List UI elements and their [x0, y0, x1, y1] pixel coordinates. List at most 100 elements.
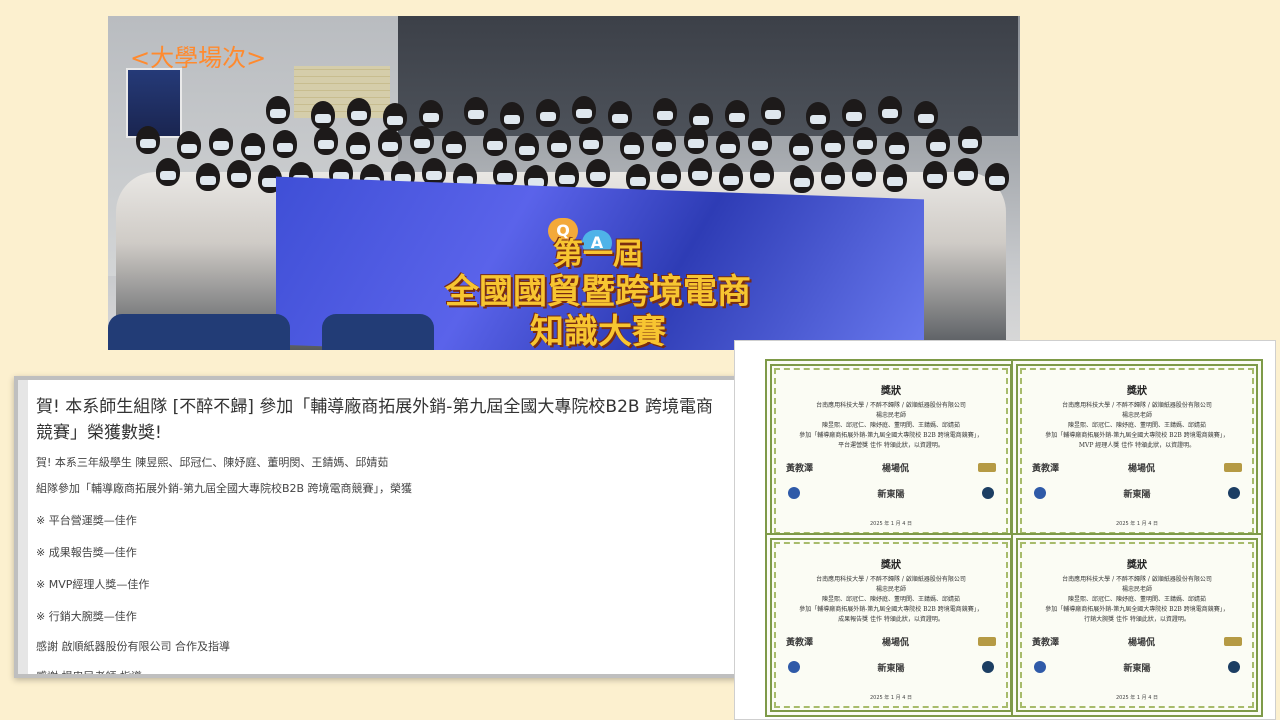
- person-head: [926, 129, 950, 157]
- certificate-logos: 新東陽: [788, 486, 994, 500]
- certificate-teacher: 楊忠民老師: [1121, 586, 1152, 593]
- news-headline: 賀! 本系師生組隊 [不醉不歸] 參加「輔導廠商拓展外銷-第九屆全國大專院校B2…: [36, 397, 713, 443]
- certificate-org: 台南應用科技大學 / 不醉不歸隊 / 啟順紙器股份有限公司: [816, 576, 966, 583]
- certificate-members: 陳昱熙、邱冠仁、陳妤庭、董明閔、王錆媽、邱婧茹: [821, 422, 960, 429]
- person-head: [883, 164, 907, 192]
- person-head: [536, 99, 560, 127]
- association-logo-icon: [981, 487, 994, 499]
- person-head: [156, 158, 180, 186]
- certificate-teacher: 楊忠民老師: [875, 586, 906, 593]
- certificate-signature: 楊場侃: [882, 637, 910, 648]
- person-head: [136, 126, 160, 154]
- certificate-logos: 新東陽: [1034, 660, 1240, 674]
- certificate-title: 獎狀: [881, 560, 901, 571]
- certificate-signatures: 黃教澤 楊場侃: [786, 458, 996, 476]
- certificate-org: 台南應用科技大學 / 不醉不歸隊 / 啟順紙器股份有限公司: [816, 402, 966, 409]
- university-logo-icon: [1034, 661, 1046, 673]
- person-head: [346, 132, 370, 160]
- person-head: [853, 127, 877, 155]
- person-head: [652, 129, 676, 157]
- person-head: [626, 164, 650, 192]
- person-head: [923, 161, 947, 189]
- news-thanks-company: 感謝 啟順紙器股份有限公司 合作及指導: [36, 640, 230, 653]
- association-logo-icon: [1227, 661, 1240, 673]
- person-head: [483, 128, 507, 156]
- certificate-members: 陳昱熙、邱冠仁、陳妤庭、董明閔、王錆媽、邱婧茹: [1067, 596, 1206, 603]
- person-head: [311, 101, 335, 129]
- association-logo-icon: [1227, 487, 1240, 499]
- news-scrollbar[interactable]: [18, 380, 28, 674]
- person-head: [383, 103, 407, 131]
- person-head: [958, 126, 982, 154]
- certificate-award: MVP 經理人獎 佳作 特頒此狀，以資證明。: [1078, 442, 1196, 449]
- certificate-signature: 楊場侃: [882, 463, 910, 474]
- person-head: [266, 96, 290, 124]
- person-head: [419, 100, 443, 128]
- sponsor-logo-icon: [978, 636, 996, 646]
- person-head: [500, 102, 524, 130]
- association-logo-icon: [981, 661, 994, 673]
- person-head: [227, 160, 251, 188]
- person-head: [878, 96, 902, 124]
- certificate-date: 2025 年 1 月 4 日: [1115, 695, 1159, 701]
- person-head: [725, 100, 749, 128]
- person-head: [608, 101, 632, 129]
- person-head: [914, 101, 938, 129]
- certificate-members: 陳昱熙、邱冠仁、陳妤庭、董明閔、王錆媽、邱婧茹: [1067, 422, 1206, 429]
- person-head: [852, 159, 876, 187]
- person-head: [579, 127, 603, 155]
- certificate-members: 陳昱熙、邱冠仁、陳妤庭、董明閔、王錆媽、邱婧茹: [821, 596, 960, 603]
- certificate-signature: 黃教澤: [786, 463, 814, 474]
- photo-caption: <大學場次>: [130, 44, 267, 72]
- certificate-award: 行銷大腕獎 佳作 特頒此狀，以資證明。: [1084, 616, 1190, 623]
- person-head: [547, 130, 571, 158]
- news-intro-line2: 組隊參加「輔導廠商拓展外銷-第九屆全國大專院校B2B 跨境電商競賽」，榮獲: [36, 482, 413, 495]
- certificate-logos: 新東陽: [1034, 486, 1240, 500]
- certificate: 獎狀 台南應用科技大學 / 不醉不歸隊 / 啟順紙器股份有限公司 楊忠民老師 陳…: [1011, 359, 1263, 543]
- group-photo: Q A 第一屆 全國國貿暨跨境電商 知識大賽 <大學場次>: [108, 16, 1020, 350]
- person-head: [688, 158, 712, 186]
- person-head: [821, 130, 845, 158]
- certificate-event: 參加「輔導廠商拓展外銷-第九屆全國大專院校 B2B 跨境電商競賽」，: [1045, 606, 1229, 613]
- certificate-award: 成果報告獎 佳作 特頒此狀，以資證明。: [838, 616, 944, 623]
- person-head: [572, 96, 596, 124]
- university-logo-icon: [1034, 487, 1046, 499]
- certificate-title: 獎狀: [1127, 560, 1147, 571]
- certificate-title: 獎狀: [1127, 386, 1147, 397]
- person-head: [750, 160, 774, 188]
- certificate-date: 2025 年 1 月 4 日: [869, 521, 913, 527]
- auditorium-seat: [178, 314, 290, 350]
- person-head: [378, 129, 402, 157]
- certificate-logos: 新東陽: [788, 660, 994, 674]
- certificate-title: 獎狀: [881, 386, 901, 397]
- news-intro-line1: 賀! 本系三年級學生 陳昱熙、邱冠仁、陳妤庭、董明閔、王錆媽、邱婧茹: [36, 456, 389, 469]
- person-head: [748, 128, 772, 156]
- person-head: [954, 158, 978, 186]
- person-head: [789, 133, 813, 161]
- person-head: [620, 132, 644, 160]
- banner-title: 第一屆 全國國貿暨跨境電商 知識大賽: [408, 238, 788, 351]
- certificate-org: 台南應用科技大學 / 不醉不歸隊 / 啟順紙器股份有限公司: [1062, 576, 1212, 583]
- banner-title-line2: 全國國貿暨跨境電商: [445, 272, 751, 312]
- person-head: [196, 163, 220, 191]
- auditorium-seat: [322, 314, 434, 350]
- certificate-teacher: 楊忠民老師: [875, 412, 906, 419]
- person-head: [821, 162, 845, 190]
- person-head: [885, 132, 909, 160]
- news-thanks-teacher: 感謝 楊忠民老師 指導: [36, 670, 142, 678]
- certificate-signatures: 黃教澤 楊場侃: [1032, 458, 1242, 476]
- certificate-brand: 新東陽: [877, 489, 905, 500]
- person-head: [842, 99, 866, 127]
- certificate-event: 參加「輔導廠商拓展外銷-第九屆全國大專院校 B2B 跨境電商競賽」，: [799, 606, 983, 613]
- person-head: [657, 161, 681, 189]
- person-head: [985, 163, 1009, 191]
- person-head: [273, 130, 297, 158]
- person-head: [653, 98, 677, 126]
- certificate-date: 2025 年 1 月 4 日: [1115, 521, 1159, 527]
- person-head: [347, 98, 371, 126]
- news-panel: 賀! 本系師生組隊 [不醉不歸] 參加「輔導廠商拓展外銷-第九屆全國大專院校B2…: [14, 376, 740, 678]
- certificate-signature: 楊場侃: [1128, 463, 1156, 474]
- person-head: [209, 128, 233, 156]
- certificate-signature: 楊場侃: [1128, 637, 1156, 648]
- certificate-teacher: 楊忠民老師: [1121, 412, 1152, 419]
